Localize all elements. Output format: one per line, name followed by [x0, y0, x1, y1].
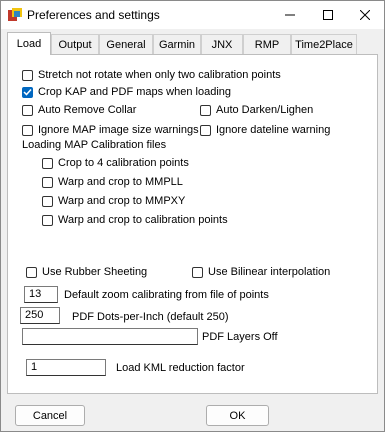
crop4-checkbox[interactable]: Crop to 4 calibration points: [42, 157, 189, 169]
warp-mmpll-checkbox[interactable]: Warp and crop to MMPLL: [42, 176, 183, 188]
auto-darken-checkbox[interactable]: Auto Darken/Lighen: [200, 104, 313, 116]
ok-button[interactable]: OK: [206, 405, 269, 426]
checkbox-box[interactable]: [26, 266, 37, 278]
close-icon: [360, 10, 370, 20]
warp-mmpll-label: Warp and crop to MMPLL: [58, 176, 183, 188]
kml-reduction-label: Load KML reduction factor: [116, 362, 245, 374]
warp-mmpxy-label: Warp and crop to MMPXY: [58, 195, 186, 207]
crop4-label: Crop to 4 calibration points: [58, 157, 189, 169]
calibration-group-label: Loading MAP Calibration files: [22, 139, 167, 151]
checkbox-box[interactable]: [22, 124, 33, 136]
title-bar[interactable]: Preferences and settings: [1, 1, 384, 29]
minimize-button[interactable]: [271, 1, 309, 29]
rubber-sheeting-label: Use Rubber Sheeting: [42, 266, 148, 278]
checkbox-box[interactable]: [200, 104, 211, 116]
bilinear-checkbox[interactable]: Use Bilinear interpolation: [192, 266, 330, 278]
rubber-sheeting-checkbox[interactable]: Use Rubber Sheeting: [26, 266, 147, 278]
pdf-layers-label: PDF Layers Off: [202, 331, 278, 343]
ignore-dateline-label: Ignore dateline warning: [216, 124, 331, 136]
tab-rmp[interactable]: RMP: [243, 34, 291, 54]
checkbox-box-checked[interactable]: [22, 86, 33, 98]
checkmark-icon: [23, 88, 32, 96]
minimize-icon: [285, 14, 295, 16]
checkbox-box[interactable]: [22, 104, 33, 116]
app-icon: [8, 8, 22, 21]
zoom-input[interactable]: 13: [24, 286, 58, 303]
pdf-dpi-input[interactable]: 250: [20, 307, 60, 324]
checkbox-box[interactable]: [42, 214, 53, 226]
warp-calib-checkbox[interactable]: Warp and crop to calibration points: [42, 214, 228, 226]
load-tab-panel: Stretch not rotate when only two calibra…: [7, 54, 378, 394]
cancel-button[interactable]: Cancel: [15, 405, 85, 426]
kml-reduction-input[interactable]: 1: [26, 359, 106, 376]
ignore-map-size-label: Ignore MAP image size warnings: [38, 124, 199, 136]
ignore-map-size-checkbox[interactable]: Ignore MAP image size warnings: [22, 124, 199, 136]
preferences-window: Preferences and settings Load Output Gen…: [0, 0, 385, 432]
auto-remove-collar-label: Auto Remove Collar: [38, 104, 137, 116]
crop-kap-label: Crop KAP and PDF maps when loading: [38, 86, 232, 98]
pdf-dpi-label: PDF Dots-per-Inch (default 250): [72, 311, 229, 323]
stretch-label: Stretch not rotate when only two calibra…: [38, 69, 281, 81]
tab-load[interactable]: Load: [7, 32, 51, 55]
checkbox-box[interactable]: [200, 124, 211, 136]
checkbox-box[interactable]: [22, 69, 33, 81]
tab-jnx[interactable]: JNX: [201, 34, 243, 54]
tab-output[interactable]: Output: [51, 34, 99, 54]
zoom-label: Default zoom calibrating from file of po…: [64, 289, 269, 301]
stretch-checkbox[interactable]: Stretch not rotate when only two calibra…: [22, 69, 281, 81]
bilinear-label: Use Bilinear interpolation: [208, 266, 331, 278]
checkbox-box[interactable]: [42, 157, 53, 169]
tab-garmin[interactable]: Garmin: [153, 34, 201, 54]
maximize-icon: [323, 10, 333, 20]
maximize-button[interactable]: [309, 1, 347, 29]
crop-kap-checkbox[interactable]: Crop KAP and PDF maps when loading: [22, 86, 231, 98]
auto-darken-label: Auto Darken/Lighen: [216, 104, 314, 116]
checkbox-box[interactable]: [42, 195, 53, 207]
auto-remove-collar-checkbox[interactable]: Auto Remove Collar: [22, 104, 136, 116]
checkbox-box[interactable]: [192, 266, 203, 278]
warp-calib-label: Warp and crop to calibration points: [58, 214, 228, 226]
tab-time2place[interactable]: Time2Place: [291, 34, 357, 54]
ignore-dateline-checkbox[interactable]: Ignore dateline warning: [200, 124, 330, 136]
checkbox-box[interactable]: [42, 176, 53, 188]
tab-general[interactable]: General: [99, 34, 153, 54]
pdf-layers-input[interactable]: [22, 328, 198, 345]
close-button[interactable]: [346, 1, 384, 29]
warp-mmpxy-checkbox[interactable]: Warp and crop to MMPXY: [42, 195, 185, 207]
window-title: Preferences and settings: [27, 8, 160, 22]
